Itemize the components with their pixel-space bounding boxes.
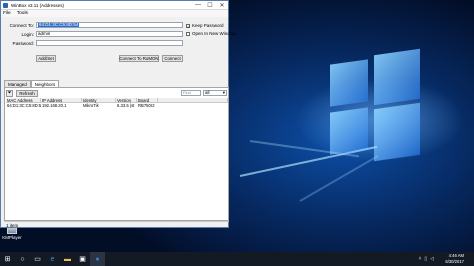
neighbors-panel: ⏷ Refresh Find all ▾ MAC Address IP Addr… [4,87,229,221]
column-header-board[interactable]: Board [137,97,158,103]
maximize-button[interactable]: ☐ [204,1,216,10]
wallpaper-pane [330,107,368,155]
winbox-taskbar-icon[interactable]: ● [90,252,105,266]
taskbar-clock[interactable]: 4:46 AM 6/30/2017 [445,253,464,264]
open-new-window-label: Open In New Window [192,31,236,36]
keep-password-label: Keep Password [192,23,224,28]
winbox-window: WinBox v3.11 (Addresses) — ☐ ✕ File Tool… [0,0,236,228]
clock-time: 4:46 AM [448,253,464,258]
column-header-ip[interactable]: IP Address [41,97,82,103]
column-header-mac[interactable]: MAC Address [6,97,41,103]
minimize-button[interactable]: — [192,1,204,10]
close-button[interactable]: ✕ [216,1,228,10]
cell-board: RB750r2 [138,103,155,108]
windows-logo-icon[interactable]: ⊞ [0,252,15,266]
title-bar[interactable]: WinBox v3.11 (Addresses) — ☐ ✕ [1,1,228,10]
connect-button[interactable]: Connect [162,55,183,62]
wallpaper-pane [374,48,420,106]
keep-password-checkbox[interactable]: ✓ Keep Password [186,23,224,28]
password-field[interactable] [36,40,183,46]
cell-ip: 192.168.20.1 [42,103,67,108]
cell-identity: MikroTik [83,103,99,108]
wallpaper-pane [374,102,420,162]
column-header-identity[interactable]: Identity [82,97,116,103]
menu-tools[interactable]: Tools [17,11,28,16]
neighbors-table: MAC Address IP Address Identity Version … [6,97,228,108]
find-input[interactable]: Find [181,90,201,96]
connect-to-value: 64:D1:3C:C5:8D:54 [38,22,80,27]
chevron-up-icon[interactable]: ˄ [418,256,421,262]
password-label: Password: [12,41,34,46]
filter-icon[interactable]: ⏷ [6,89,13,97]
tab-neighbors[interactable]: Neighbors [30,80,60,87]
login-field[interactable]: admin [36,31,183,37]
connect-to-label: Connect To: [9,23,34,28]
add-set-button[interactable]: Add/Set [36,55,56,62]
volume-icon[interactable]: ◁ [430,256,434,262]
scope-select[interactable]: all ▾ [203,90,227,96]
task-view-icon[interactable]: ▭ [30,252,45,266]
connect-romon-button[interactable]: Connect To RoMON [119,55,159,62]
file-explorer-icon[interactable]: ▬ [60,252,75,266]
search-icon[interactable]: ○ [15,252,30,266]
chevron-down-icon: ▾ [222,90,225,95]
system-tray: ˄ ▯ ◁ [418,256,434,262]
clock-date: 6/30/2017 [445,258,464,264]
table-row[interactable]: 64:D1:3C:C5:8D:54 192.168.20.1 MikroTik … [6,103,228,108]
taskbar: ⊞ ○ ▭ e ▬ ▣ ● ˄ ▯ ◁ 4:46 AM 6/30/2017 [0,252,474,266]
menu-bar: File Tools [1,10,228,17]
open-new-window-checkbox[interactable]: Open In New Window [186,31,236,36]
cell-version: 6.33.5 (st [117,103,135,108]
open-new-window-box[interactable] [186,31,190,36]
cell-mac: 64:D1:3C:C5:8D:54 [7,103,41,108]
wallpaper-pane [330,59,368,107]
login-label: Login: [21,32,34,37]
store-icon[interactable]: ▣ [75,252,90,266]
desktop-shortcut-label: KMPlayer [2,235,22,240]
window-title: WinBox v3.11 (Addresses) [11,2,64,8]
scope-value: all [205,90,210,95]
status-bar: 1 item [4,221,229,228]
tab-bar: Managed Neighbors [4,80,60,87]
edge-icon[interactable]: e [45,252,60,266]
column-header-spacer [158,97,228,103]
wallpaper-beam [299,155,379,202]
winbox-app-icon [3,2,8,8]
wallpaper-beam [239,145,378,177]
menu-file[interactable]: File [3,11,11,16]
connect-to-field[interactable]: 64:D1:3C:C5:8D:54 [36,22,183,28]
network-icon[interactable]: ▯ [424,256,427,262]
keep-password-box[interactable]: ✓ [186,23,190,28]
column-header-version[interactable]: Version [116,97,137,103]
tab-managed[interactable]: Managed [4,80,31,87]
refresh-button[interactable]: Refresh [16,89,38,97]
